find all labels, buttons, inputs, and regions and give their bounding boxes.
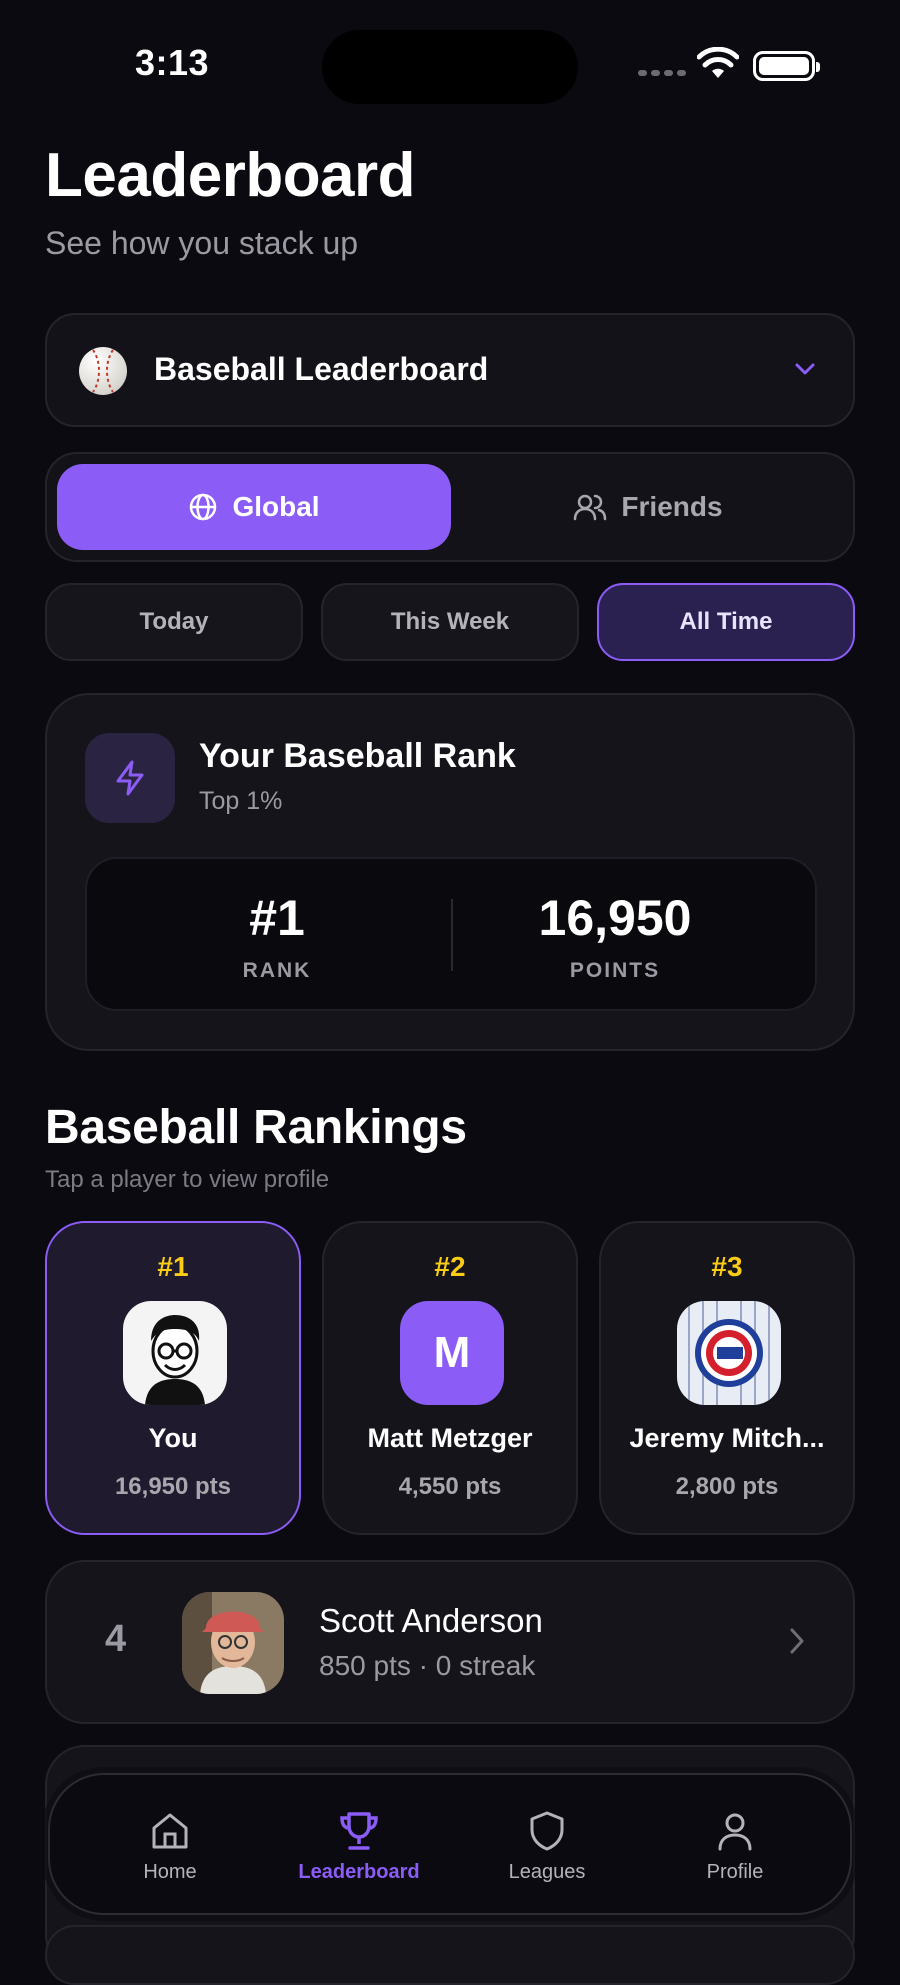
period-all-time-button[interactable]: All Time <box>597 583 855 661</box>
list-meta: 850 pts · 0 streak <box>319 1650 536 1681</box>
list-name: Scott Anderson <box>319 1602 543 1639</box>
battery-icon <box>753 51 820 81</box>
rankings-subtitle: Tap a player to view profile <box>45 1166 330 1193</box>
tab-leaderboard[interactable]: Leaderboard <box>264 1775 454 1917</box>
list-item[interactable] <box>45 1925 855 1985</box>
tab-leaderboard-label: Leaderboard <box>298 1860 420 1883</box>
your-rank-card: Your Baseball Rank Top 1% #1 RANK 16,950… <box>45 693 855 1051</box>
selector-label: Baseball Leaderboard <box>154 351 489 387</box>
tab-global[interactable]: Global <box>57 464 451 550</box>
podium-name: You <box>148 1423 198 1453</box>
podium-name: Jeremy Mitch... <box>629 1423 825 1453</box>
period-today-button[interactable]: Today <box>45 583 303 661</box>
cellular-signal-icon <box>638 70 686 76</box>
list-item[interactable]: 4 Scott Anderson 850 pts · 0 streak <box>45 1560 855 1724</box>
user-icon <box>718 1813 752 1850</box>
tab-home-label: Home <box>143 1860 197 1883</box>
tab-global-label: Global <box>232 491 320 522</box>
tab-friends-label: Friends <box>621 491 723 522</box>
tab-profile[interactable]: Profile <box>640 1775 830 1917</box>
period-week-button[interactable]: This Week <box>321 583 579 661</box>
podium-points: 2,800 pts <box>675 1473 779 1500</box>
chevron-right-icon <box>790 1628 804 1654</box>
podium-card-2[interactable]: #2 M Matt Metzger 4,550 pts <box>322 1221 578 1535</box>
avatar <box>123 1301 227 1405</box>
rank-label: RANK <box>242 959 312 982</box>
list-rank: 4 <box>105 1618 127 1660</box>
rankings-title: Baseball Rankings <box>45 1101 467 1154</box>
avatar: M <box>400 1301 504 1405</box>
rank-stats: #1 RANK 16,950 POINTS <box>85 857 817 1011</box>
podium-card-1[interactable]: #1 You 16,950 pts <box>45 1221 301 1535</box>
wifi-icon <box>697 47 739 78</box>
podium-card-3[interactable]: #3 Jeremy Mitch... 2,800 pts <box>599 1221 855 1535</box>
page-title: Leaderboard <box>45 141 416 210</box>
tab-leagues[interactable]: Leagues <box>452 1775 642 1917</box>
baseball-icon <box>79 347 127 395</box>
points-value: 16,950 <box>538 890 692 946</box>
chevron-down-icon <box>795 363 815 375</box>
rank-card-subtitle: Top 1% <box>199 787 283 815</box>
tab-friends[interactable]: Friends <box>451 464 845 550</box>
podium-rank: #2 <box>434 1251 466 1282</box>
shield-icon <box>530 1811 564 1850</box>
stats-divider <box>451 899 453 971</box>
podium-rank: #3 <box>711 1251 743 1282</box>
globe-icon <box>190 493 217 521</box>
trophy-icon <box>340 1811 378 1850</box>
podium-points: 4,550 pts <box>398 1473 502 1500</box>
podium-points: 16,950 pts <box>114 1473 232 1500</box>
podium-rank: #1 <box>157 1251 189 1282</box>
tab-home[interactable]: Home <box>75 1775 265 1917</box>
avatar <box>182 1592 284 1694</box>
podium-name: Matt Metzger <box>367 1423 533 1453</box>
dynamic-island <box>322 30 578 104</box>
users-icon <box>574 494 607 521</box>
rank-value: #1 <box>249 890 305 946</box>
tab-profile-label: Profile <box>706 1860 764 1883</box>
leaderboard-selector[interactable]: Baseball Leaderboard <box>45 313 855 427</box>
status-time: 3:13 <box>135 42 210 83</box>
avatar <box>677 1301 781 1405</box>
bolt-icon <box>85 733 175 823</box>
home-icon <box>152 1813 188 1848</box>
rank-card-title: Your Baseball Rank <box>199 737 516 775</box>
points-label: POINTS <box>569 959 661 982</box>
bottom-tab-bar: Home Leaderboard Leagues Profile <box>48 1773 852 1915</box>
tab-leagues-label: Leagues <box>508 1860 586 1883</box>
page-subtitle: See how you stack up <box>45 225 359 261</box>
scope-toggle: Global Friends <box>45 452 855 562</box>
